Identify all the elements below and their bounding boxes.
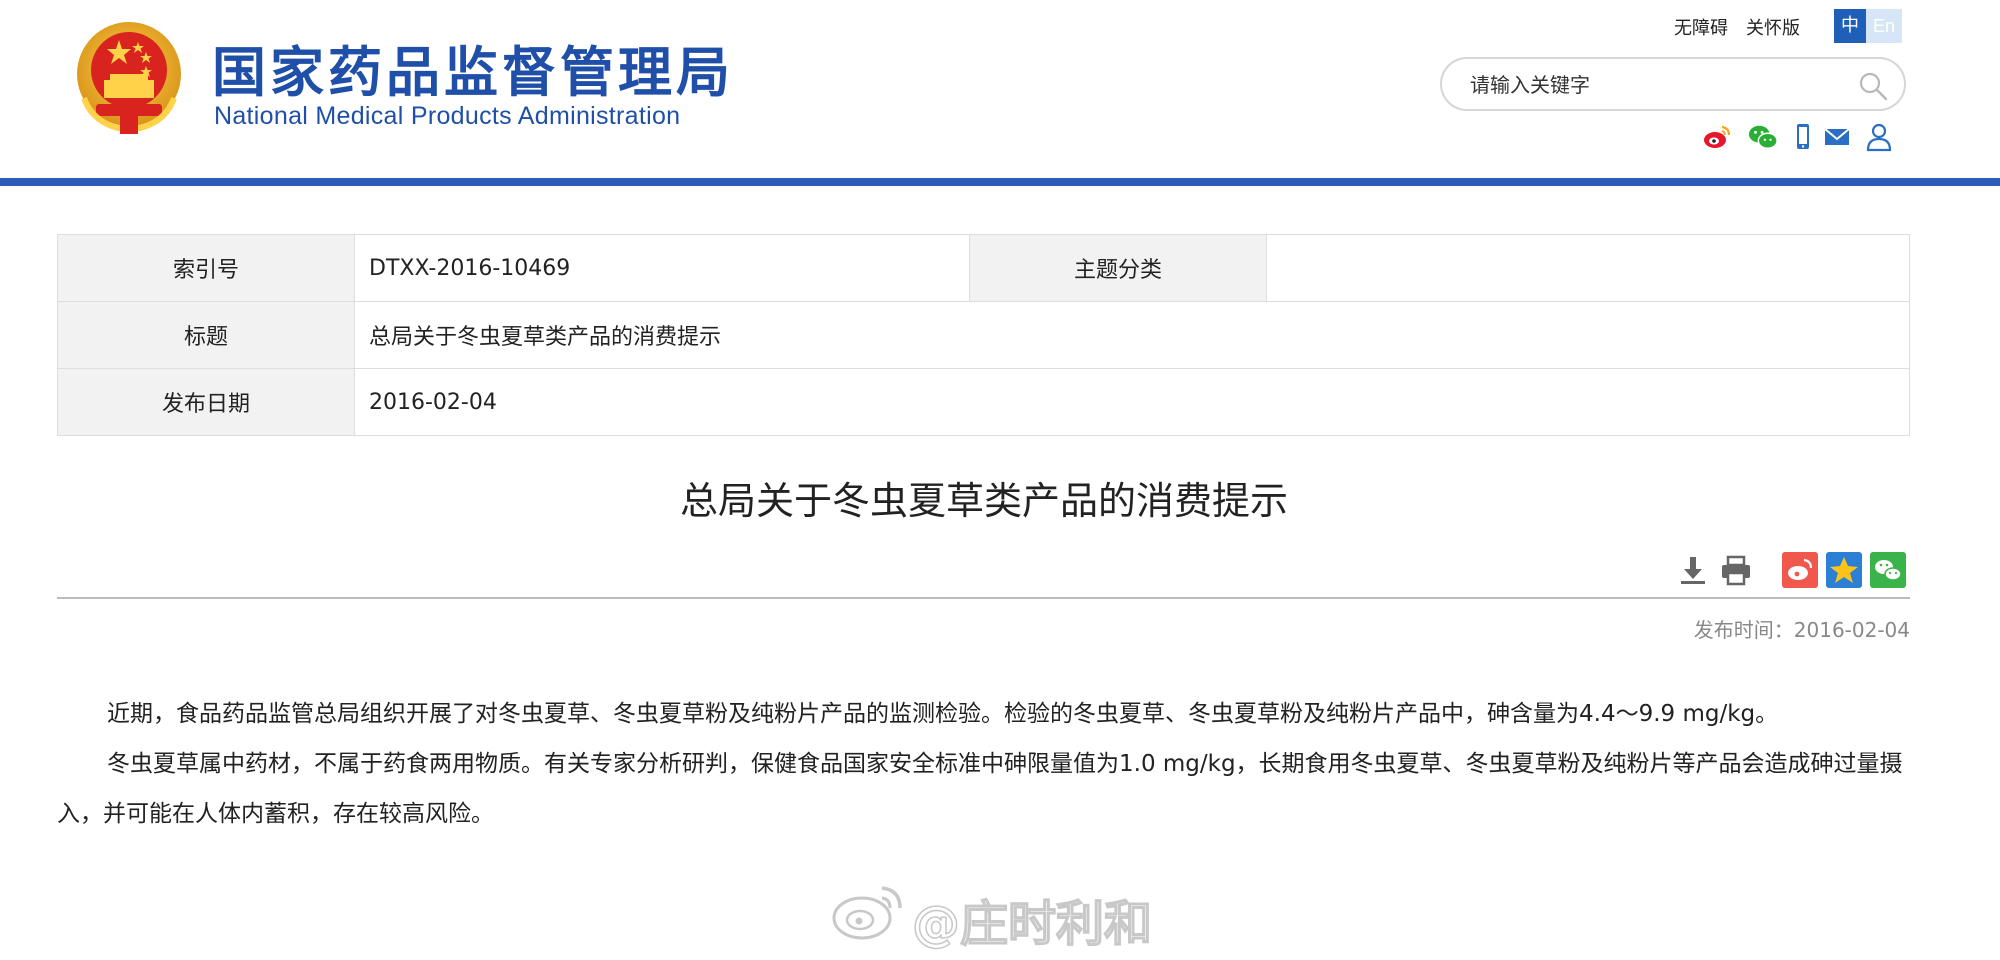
download-icon[interactable] — [1675, 552, 1711, 588]
index-value: DTXX-2016-10469 — [354, 234, 970, 302]
watermark-text: @庄时利和 — [911, 895, 1153, 953]
mobile-icon[interactable] — [1788, 122, 1818, 152]
article-title: 总局关于冬虫夏草类产品的消费提示 — [679, 479, 1288, 523]
topic-label: 主题分类 — [969, 234, 1267, 302]
national-emblem-logo[interactable] — [74, 18, 184, 136]
title-label: 标题 — [57, 301, 355, 369]
index-label: 索引号 — [57, 234, 355, 302]
care-mode-link[interactable]: 关怀版 — [1746, 14, 1800, 40]
language-chinese-button[interactable]: 中 — [1834, 9, 1866, 43]
weibo-watermark: @庄时利和 — [830, 880, 1153, 953]
article-paragraph-1: 近期，食品药品监管总局组织开展了对冬虫夏草、冬虫夏草粉及纯粉片产品的监测检验。检… — [107, 701, 1779, 727]
date-label: 发布日期 — [57, 368, 355, 436]
share-qzone-icon[interactable] — [1826, 552, 1862, 588]
article-paragraph-2: 冬虫夏草属中药材，不属于药食两用物质。有关专家分析研判，保健食品国家安全标准中砷… — [57, 751, 1903, 827]
topic-value — [1266, 234, 1910, 302]
meta-row-title: 标题 总局关于冬虫夏草类产品的消费提示 — [57, 301, 1910, 369]
meta-row-date: 发布日期 2016-02-04 — [57, 368, 1910, 436]
site-header: 国家药品监督管理局 National Medical Products Admi… — [0, 0, 2000, 180]
meta-row-index: 索引号 DTXX-2016-10469 主题分类 — [57, 234, 1910, 302]
language-english-button[interactable]: En — [1866, 9, 1902, 43]
search-input[interactable] — [1468, 69, 1842, 101]
mail-icon[interactable] — [1822, 122, 1852, 152]
site-title-chinese[interactable]: 国家药品监督管理局 — [212, 28, 734, 107]
share-wechat-icon[interactable] — [1870, 552, 1906, 588]
user-icon[interactable] — [1864, 122, 1894, 152]
header-divider — [0, 178, 2000, 186]
weibo-watermark-icon — [832, 886, 902, 940]
print-icon[interactable] — [1718, 552, 1754, 588]
accessibility-link[interactable]: 无障碍 — [1674, 14, 1728, 40]
site-title-english[interactable]: National Medical Products Administration — [214, 102, 680, 131]
publish-time-label: 发布时间： — [1693, 618, 1794, 642]
weibo-icon[interactable] — [1702, 122, 1732, 152]
document-meta-table: 索引号 DTXX-2016-10469 主题分类 标题 总局关于冬虫夏草类产品的… — [57, 234, 1910, 436]
wechat-icon[interactable] — [1748, 122, 1778, 152]
date-value: 2016-02-04 — [354, 368, 1910, 436]
title-value: 总局关于冬虫夏草类产品的消费提示 — [354, 301, 1910, 369]
publish-time: 发布时间：2016-02-04 — [1694, 614, 1910, 643]
search-box — [1440, 57, 1906, 111]
article-divider — [57, 597, 1910, 599]
publish-time-value: 2016-02-04 — [1793, 618, 1910, 642]
search-icon[interactable] — [1858, 71, 1888, 101]
share-weibo-icon[interactable] — [1782, 552, 1818, 588]
